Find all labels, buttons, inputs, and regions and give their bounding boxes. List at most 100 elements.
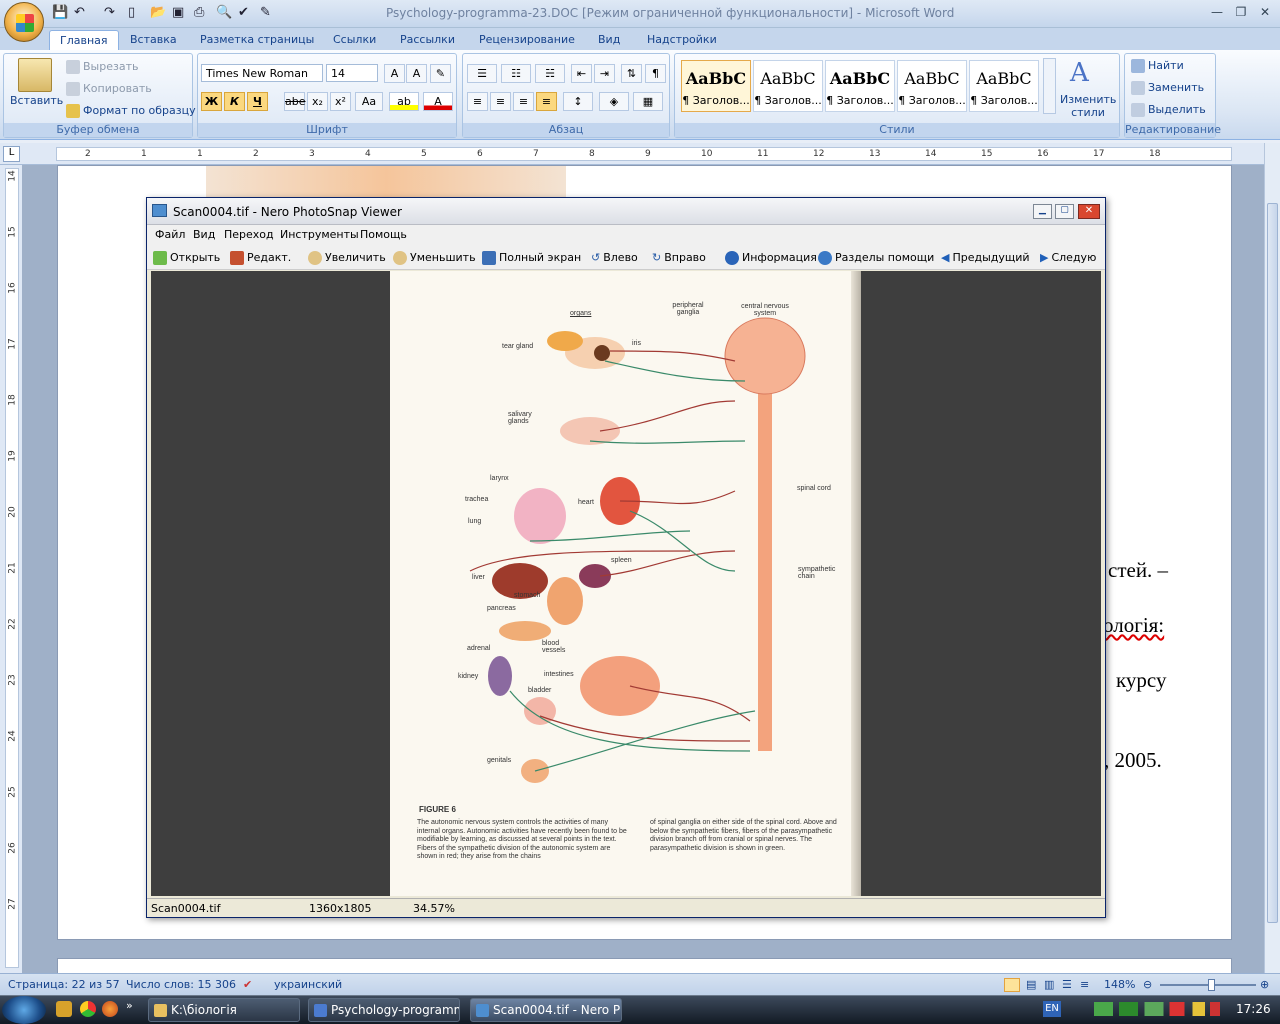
previous-button[interactable]: ◀ Предыдущий — [941, 251, 1030, 264]
bold-button[interactable]: Ж — [201, 92, 222, 111]
tab-references[interactable]: Ссылки — [333, 30, 376, 50]
menu-go[interactable]: Переход — [224, 228, 274, 241]
more-icon[interactable]: » — [126, 999, 133, 1012]
vertical-ruler[interactable]: 14 15 16 17 18 19 20 21 22 23 24 25 26 27 — [5, 168, 19, 968]
grow-font-button[interactable]: A — [384, 64, 405, 83]
language[interactable]: украинский — [274, 978, 342, 991]
quicklaunch-icon[interactable] — [56, 1001, 72, 1017]
taskbar-item[interactable]: Scan0004.tif - Nero Ph... — [470, 998, 622, 1022]
change-case-button[interactable]: Aa — [355, 92, 383, 111]
style-gallery-item[interactable]: AaBbC ¶ Заголов... — [969, 60, 1039, 112]
align-right-icon[interactable]: ≡ — [513, 92, 534, 111]
edit-button[interactable]: Редакт. — [230, 251, 291, 265]
vertical-scrollbar[interactable] — [1264, 143, 1280, 973]
borders-icon[interactable]: ▦ — [633, 92, 663, 111]
change-styles-button[interactable]: Изменить стили — [1060, 93, 1116, 119]
scroll-thumb[interactable] — [1267, 203, 1278, 923]
next-button[interactable]: ▶ Следую — [1040, 251, 1096, 264]
save-as-icon[interactable]: ▣ — [172, 5, 184, 22]
menu-help[interactable]: Помощь — [360, 228, 407, 241]
minimize-button[interactable]: — — [1206, 5, 1228, 21]
justify-icon[interactable]: ≡ — [536, 92, 557, 111]
cut-button[interactable]: Вырезать — [66, 60, 138, 74]
word-count[interactable]: Число слов: 15 306 — [126, 978, 236, 991]
menu-file[interactable]: Файл — [155, 228, 185, 241]
sort-icon[interactable]: ⇅ — [621, 64, 642, 83]
page-count[interactable]: Страница: 22 из 57 — [8, 978, 120, 991]
underline-button[interactable]: Ч — [247, 92, 268, 111]
horizontal-ruler[interactable]: 2 1 1 2 3 4 5 6 7 8 9 10 11 12 13 14 15 16 17 18 — [56, 147, 1232, 161]
font-color-icon[interactable]: A — [423, 92, 453, 111]
find-button[interactable]: Найти — [1131, 59, 1184, 73]
draft-icon[interactable]: ≡ — [1080, 978, 1089, 991]
style-gallery-item[interactable]: AaBbC ¶ Заголов... — [681, 60, 751, 112]
office-button[interactable] — [4, 2, 44, 42]
subscript-button[interactable]: x₂ — [307, 92, 328, 111]
numbering-icon[interactable]: ☷ — [501, 64, 531, 83]
save-icon[interactable]: 💾 — [52, 5, 68, 22]
redo-icon[interactable]: ↷ — [104, 5, 115, 22]
zoom-in-icon[interactable]: ⊕ — [1260, 978, 1269, 991]
start-button[interactable] — [2, 996, 46, 1024]
tab-page-layout[interactable]: Разметка страницы — [200, 30, 314, 50]
print-icon[interactable]: ⎙ — [194, 5, 204, 22]
paste-button[interactable]: Вставить — [10, 94, 63, 107]
tab-home[interactable]: Главная — [49, 30, 119, 50]
print-layout-icon[interactable] — [1004, 978, 1020, 992]
bullets-icon[interactable]: ☰ — [467, 64, 497, 83]
tab-view[interactable]: Вид — [598, 30, 620, 50]
paste-icon[interactable] — [18, 58, 52, 92]
strikethrough-button[interactable]: abe — [284, 92, 306, 111]
shading-icon[interactable]: ◈ — [599, 92, 629, 111]
style-gallery-item[interactable]: AaBbC ¶ Заголов... — [897, 60, 967, 112]
replace-button[interactable]: Заменить — [1131, 81, 1204, 95]
proofing-icon[interactable]: ✔ — [243, 978, 252, 991]
open-button[interactable]: Открыть — [153, 251, 220, 265]
style-gallery-item[interactable]: AaBbC ¶ Заголов... — [825, 60, 895, 112]
tab-selector[interactable]: L — [3, 146, 20, 162]
line-spacing-icon[interactable]: ↕ — [563, 92, 593, 111]
select-button[interactable]: Выделить — [1131, 103, 1206, 117]
italic-button[interactable]: К — [224, 92, 245, 111]
zoom-out-icon[interactable]: ⊖ — [1143, 978, 1152, 991]
zoom-in-button[interactable]: Увеличить — [308, 251, 386, 265]
print-preview-icon[interactable]: 🔍 — [216, 5, 232, 22]
decrease-indent-icon[interactable]: ⇤ — [571, 64, 592, 83]
font-size-field[interactable]: 14 — [326, 64, 378, 82]
info-button[interactable]: Информация — [725, 251, 817, 265]
reading-layout-icon[interactable]: ▤ — [1026, 978, 1036, 991]
taskbar-item[interactable]: Psychology-programm... — [308, 998, 460, 1022]
rotate-right-button[interactable]: ↻ Вправо — [652, 251, 706, 264]
shrink-font-button[interactable]: A — [406, 64, 427, 83]
restore-button[interactable]: ❐ — [1230, 5, 1252, 21]
align-center-icon[interactable]: ≡ — [490, 92, 511, 111]
help-topics-button[interactable]: Разделы помощи — [818, 251, 934, 265]
align-left-icon[interactable]: ≡ — [467, 92, 488, 111]
tab-review[interactable]: Рецензирование — [479, 30, 575, 50]
language-indicator[interactable]: EN — [1043, 1001, 1061, 1017]
open-icon[interactable]: 📂 — [150, 5, 166, 22]
clear-format-button[interactable]: ✎ — [430, 64, 451, 83]
format-painter-button[interactable]: Формат по образцу — [66, 104, 196, 118]
menu-view[interactable]: Вид — [193, 228, 215, 241]
copy-button[interactable]: Копировать — [66, 82, 152, 96]
multilevel-list-icon[interactable]: ☵ — [535, 64, 565, 83]
outline-icon[interactable]: ☰ — [1062, 978, 1072, 991]
style-gallery-item[interactable]: AaBbC ¶ Заголов... — [753, 60, 823, 112]
viewer-maximize-button[interactable]: ▢ — [1055, 204, 1074, 219]
undo-icon[interactable]: ↶ — [74, 5, 85, 22]
firefox-icon[interactable] — [102, 1001, 118, 1017]
tab-mailings[interactable]: Рассылки — [400, 30, 455, 50]
quick-access-icon[interactable]: ✎ — [260, 5, 271, 22]
highlight-icon[interactable]: ab — [389, 92, 419, 111]
zoom-out-button[interactable]: Уменьшить — [393, 251, 476, 265]
taskbar-item[interactable]: K:\біологія — [148, 998, 300, 1022]
zoom-slider-thumb[interactable] — [1208, 979, 1215, 991]
fullscreen-button[interactable]: Полный экран — [482, 251, 581, 265]
menu-tools[interactable]: Инструменты — [280, 228, 359, 241]
tab-insert[interactable]: Вставка — [130, 30, 177, 50]
superscript-button[interactable]: x² — [330, 92, 351, 111]
font-name-field[interactable]: Times New Roman — [201, 64, 323, 82]
web-layout-icon[interactable]: ▥ — [1044, 978, 1054, 991]
new-doc-icon[interactable]: ▯ — [128, 5, 135, 22]
